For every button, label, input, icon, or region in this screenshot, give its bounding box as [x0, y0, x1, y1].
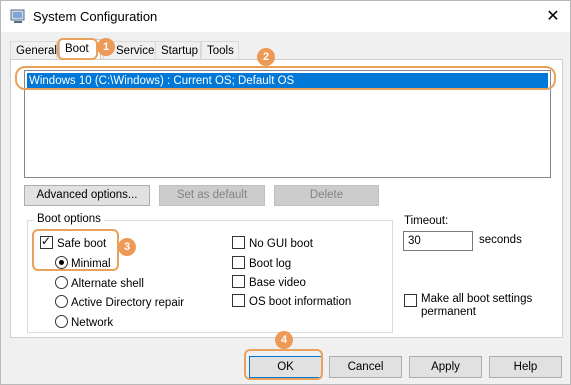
make-permanent-option[interactable]: Make all boot settings permanent	[404, 293, 544, 319]
highlight-safe-boot	[32, 229, 119, 271]
step-marker-1: 1	[97, 38, 115, 56]
os-boot-info-option[interactable]: OS boot information	[232, 294, 351, 308]
advanced-options-button[interactable]: Advanced options...	[24, 185, 150, 206]
no-gui-boot-checkbox[interactable]	[232, 236, 245, 249]
tab-tools[interactable]: Tools	[201, 41, 239, 60]
highlight-ok-button	[244, 349, 323, 380]
network-option[interactable]: Network	[55, 315, 113, 329]
step-marker-3: 3	[118, 238, 136, 256]
tab-general[interactable]: General	[10, 41, 57, 60]
delete-button[interactable]: Delete	[274, 185, 379, 206]
timeout-label: Timeout:	[404, 215, 449, 227]
cancel-button[interactable]: Cancel	[329, 356, 402, 378]
network-radio[interactable]	[55, 315, 68, 328]
active-directory-radio[interactable]	[55, 295, 68, 308]
os-boot-info-checkbox[interactable]	[232, 294, 245, 307]
os-boot-info-label: OS boot information	[249, 296, 352, 308]
highlight-boot-tab	[57, 38, 98, 60]
msconfig-app-icon	[10, 8, 26, 24]
active-directory-label: Active Directory repair	[71, 297, 185, 309]
active-directory-option[interactable]: Active Directory repair	[55, 295, 184, 309]
boot-tab-panel: Windows 10 (C:\Windows) : Current OS; De…	[10, 59, 563, 338]
make-permanent-label: Make all boot settings permanent	[421, 293, 533, 318]
apply-button[interactable]: Apply	[409, 356, 482, 378]
base-video-label: Base video	[249, 277, 306, 289]
help-button[interactable]: Help	[489, 356, 562, 378]
boot-options-label: Boot options	[34, 213, 104, 225]
boot-log-option[interactable]: Boot log	[232, 256, 291, 270]
highlight-os-entry	[15, 66, 556, 90]
make-permanent-checkbox[interactable]	[404, 294, 417, 307]
seconds-label: seconds	[479, 234, 522, 246]
alternate-shell-label: Alternate shell	[71, 278, 144, 290]
base-video-checkbox[interactable]	[232, 275, 245, 288]
timeout-input[interactable]: 30	[403, 231, 473, 251]
title-bar: System Configuration ✕	[1, 1, 570, 32]
alternate-shell-radio[interactable]	[55, 276, 68, 289]
close-icon[interactable]: ✕	[543, 7, 563, 27]
base-video-option[interactable]: Base video	[232, 275, 306, 289]
no-gui-boot-label: No GUI boot	[249, 238, 313, 250]
network-label: Network	[71, 317, 114, 329]
no-gui-boot-option[interactable]: No GUI boot	[232, 236, 313, 250]
window-title: System Configuration	[33, 9, 158, 24]
boot-log-checkbox[interactable]	[232, 256, 245, 269]
set-as-default-button[interactable]: Set as default	[159, 185, 265, 206]
boot-log-label: Boot log	[249, 258, 292, 270]
step-marker-4: 4	[275, 331, 293, 349]
alternate-shell-option[interactable]: Alternate shell	[55, 276, 144, 290]
tab-startup[interactable]: Startup	[155, 41, 201, 60]
step-marker-2: 2	[257, 48, 275, 66]
